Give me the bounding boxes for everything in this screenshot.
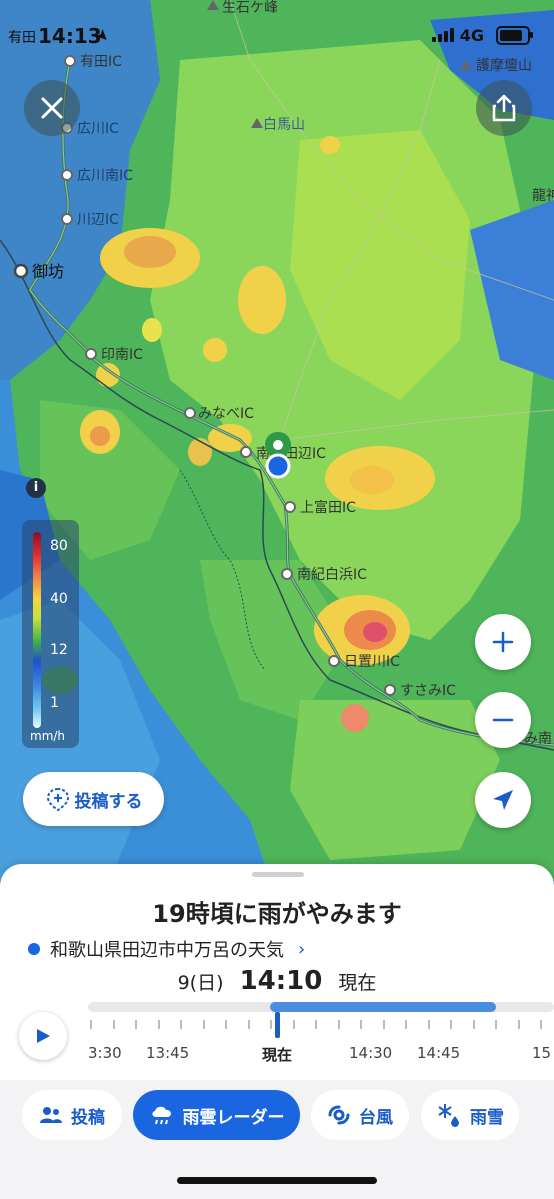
timeline-tick — [405, 1020, 407, 1029]
tab-label: 雨雪 — [470, 1107, 504, 1128]
timeline-tick — [427, 1020, 430, 1029]
timeline-tick — [180, 1020, 182, 1029]
timeline-tick — [292, 1020, 295, 1029]
zoom-out-button[interactable] — [475, 692, 531, 748]
timeline-tick — [315, 1020, 317, 1029]
timeline-tick — [472, 1020, 475, 1029]
map-label-shiraumasan: 白馬山 — [263, 117, 305, 133]
legend-tick-12: 12 — [50, 642, 68, 658]
tab-label: 投稿 — [71, 1107, 105, 1128]
minus-icon — [492, 718, 514, 722]
legend-color-scale — [33, 532, 41, 728]
status-bar: 有田 14:13 ➤ 4G — [0, 0, 554, 66]
zoom-in-button[interactable] — [475, 614, 531, 670]
signal-icon — [432, 28, 454, 42]
current-time-display: 9(日) 14:10 現在 — [0, 966, 554, 996]
timeline-cursor[interactable] — [275, 1012, 280, 1038]
timeline-tick — [247, 1020, 250, 1029]
tab-post[interactable]: 投稿 — [22, 1090, 122, 1140]
home-indicator — [177, 1177, 377, 1184]
map-label-minabe-ic: みなべIC — [198, 406, 254, 422]
timeline-tick — [90, 1020, 92, 1029]
location-name: 和歌山県田辺市中万呂の天気 — [50, 940, 284, 961]
tab-label: 台風 — [359, 1107, 393, 1128]
timeline-tick — [112, 1020, 115, 1029]
location-link[interactable]: 和歌山県田辺市中万呂の天気 › — [28, 936, 305, 962]
share-icon — [492, 94, 516, 122]
status-back-app[interactable]: 有田 — [8, 27, 36, 47]
timeline-tick — [202, 1020, 205, 1029]
share-button[interactable] — [476, 80, 532, 136]
timeline-tick — [225, 1020, 227, 1029]
navigation-arrow-icon — [493, 790, 513, 810]
post-pin-icon — [46, 787, 69, 812]
map-label-gobo: 御坊 — [32, 262, 64, 281]
legend-tick-1: 1 — [50, 695, 59, 711]
close-icon — [41, 97, 63, 119]
timeline-tick — [157, 1020, 160, 1029]
map-label-susami-ic: すさみIC — [400, 683, 456, 699]
current-location-dot — [265, 453, 291, 479]
timeline-label: 14:30 — [349, 1044, 393, 1062]
map-label-susami-minami: み南 — [524, 731, 552, 747]
typhoon-icon — [328, 1105, 350, 1125]
timeline-label: 15 — [532, 1044, 552, 1062]
precipitation-legend: 80 40 12 1 mm/h — [22, 520, 79, 748]
timeline-tick — [360, 1020, 362, 1029]
play-button[interactable] — [19, 1012, 67, 1060]
timeline-ticks — [88, 1020, 554, 1032]
timeline-forecast-range — [270, 1002, 496, 1012]
timeline-tick — [540, 1020, 542, 1029]
current-location-button[interactable] — [475, 772, 531, 828]
location-dot-icon — [28, 943, 40, 955]
battery-icon — [496, 26, 533, 45]
tab-rain-radar[interactable]: 雨雲レーダー — [133, 1090, 300, 1140]
map-label-inami-ic: 印南IC — [101, 347, 143, 363]
now-label: 現在 — [338, 972, 377, 994]
radar-map[interactable]: 有田IC 広川IC 広川南IC 川辺IC 御坊 印南IC みなべIC 南紀田辺I… — [0, 0, 554, 880]
timeline-tick — [517, 1020, 520, 1029]
timeline-tick — [450, 1020, 452, 1029]
post-button[interactable]: 投稿する — [23, 772, 164, 826]
time-label: 14:10 — [239, 966, 323, 996]
legend-tick-80: 80 — [50, 538, 68, 554]
timeline-tick — [382, 1020, 385, 1029]
legend-tick-40: 40 — [50, 591, 68, 607]
snow-icon — [438, 1104, 459, 1127]
tab-label: 雨雲レーダー — [182, 1107, 285, 1128]
timeline-tick — [135, 1020, 137, 1029]
bottom-tab-bar: 投稿 雨雲レーダー 台風 雨雪 — [0, 1080, 554, 1199]
timeline-label-now: 現在 — [262, 1046, 293, 1064]
date-label: 9(日) — [177, 972, 224, 994]
tab-typhoon[interactable]: 台風 — [311, 1090, 409, 1140]
chevron-right-icon: › — [298, 938, 306, 960]
timeline-label: 3:30 — [88, 1044, 122, 1062]
info-icon[interactable]: i — [26, 478, 46, 498]
timeline-label: 14:45 — [417, 1044, 461, 1062]
close-button[interactable] — [24, 80, 80, 136]
map-label-nanki-shirahama-ic: 南紀白浜IC — [297, 567, 367, 583]
network-type: 4G — [459, 26, 484, 45]
timeline-tick — [495, 1020, 497, 1029]
timeline-label: 13:45 — [146, 1044, 190, 1062]
plus-icon — [492, 631, 514, 653]
map-label-ryujin: 龍神 — [532, 187, 554, 204]
map-label-hikigawa-ic: 日置川IC — [344, 654, 400, 670]
play-icon — [37, 1029, 50, 1043]
map-label-kamitonda-ic: 上富田IC — [300, 499, 356, 516]
map-label-hirokawa-ic: 広川IC — [77, 121, 119, 137]
map-label-hirokawa-minami-ic: 広川南IC — [77, 168, 133, 184]
tab-rain-snow[interactable]: 雨雪 — [421, 1090, 519, 1140]
sheet-handle[interactable] — [252, 872, 304, 877]
post-button-label: 投稿する — [74, 791, 143, 812]
people-icon — [40, 1107, 62, 1123]
rain-forecast-headline: 19時頃に雨がやみます — [152, 900, 402, 928]
rain-cloud-icon — [151, 1106, 171, 1125]
legend-unit: mm/h — [30, 729, 66, 743]
timeline-track[interactable] — [88, 1002, 554, 1012]
timeline-tick — [337, 1020, 340, 1029]
timeline-tick — [270, 1020, 272, 1029]
map-label-kawabe-ic: 川辺IC — [77, 212, 119, 228]
